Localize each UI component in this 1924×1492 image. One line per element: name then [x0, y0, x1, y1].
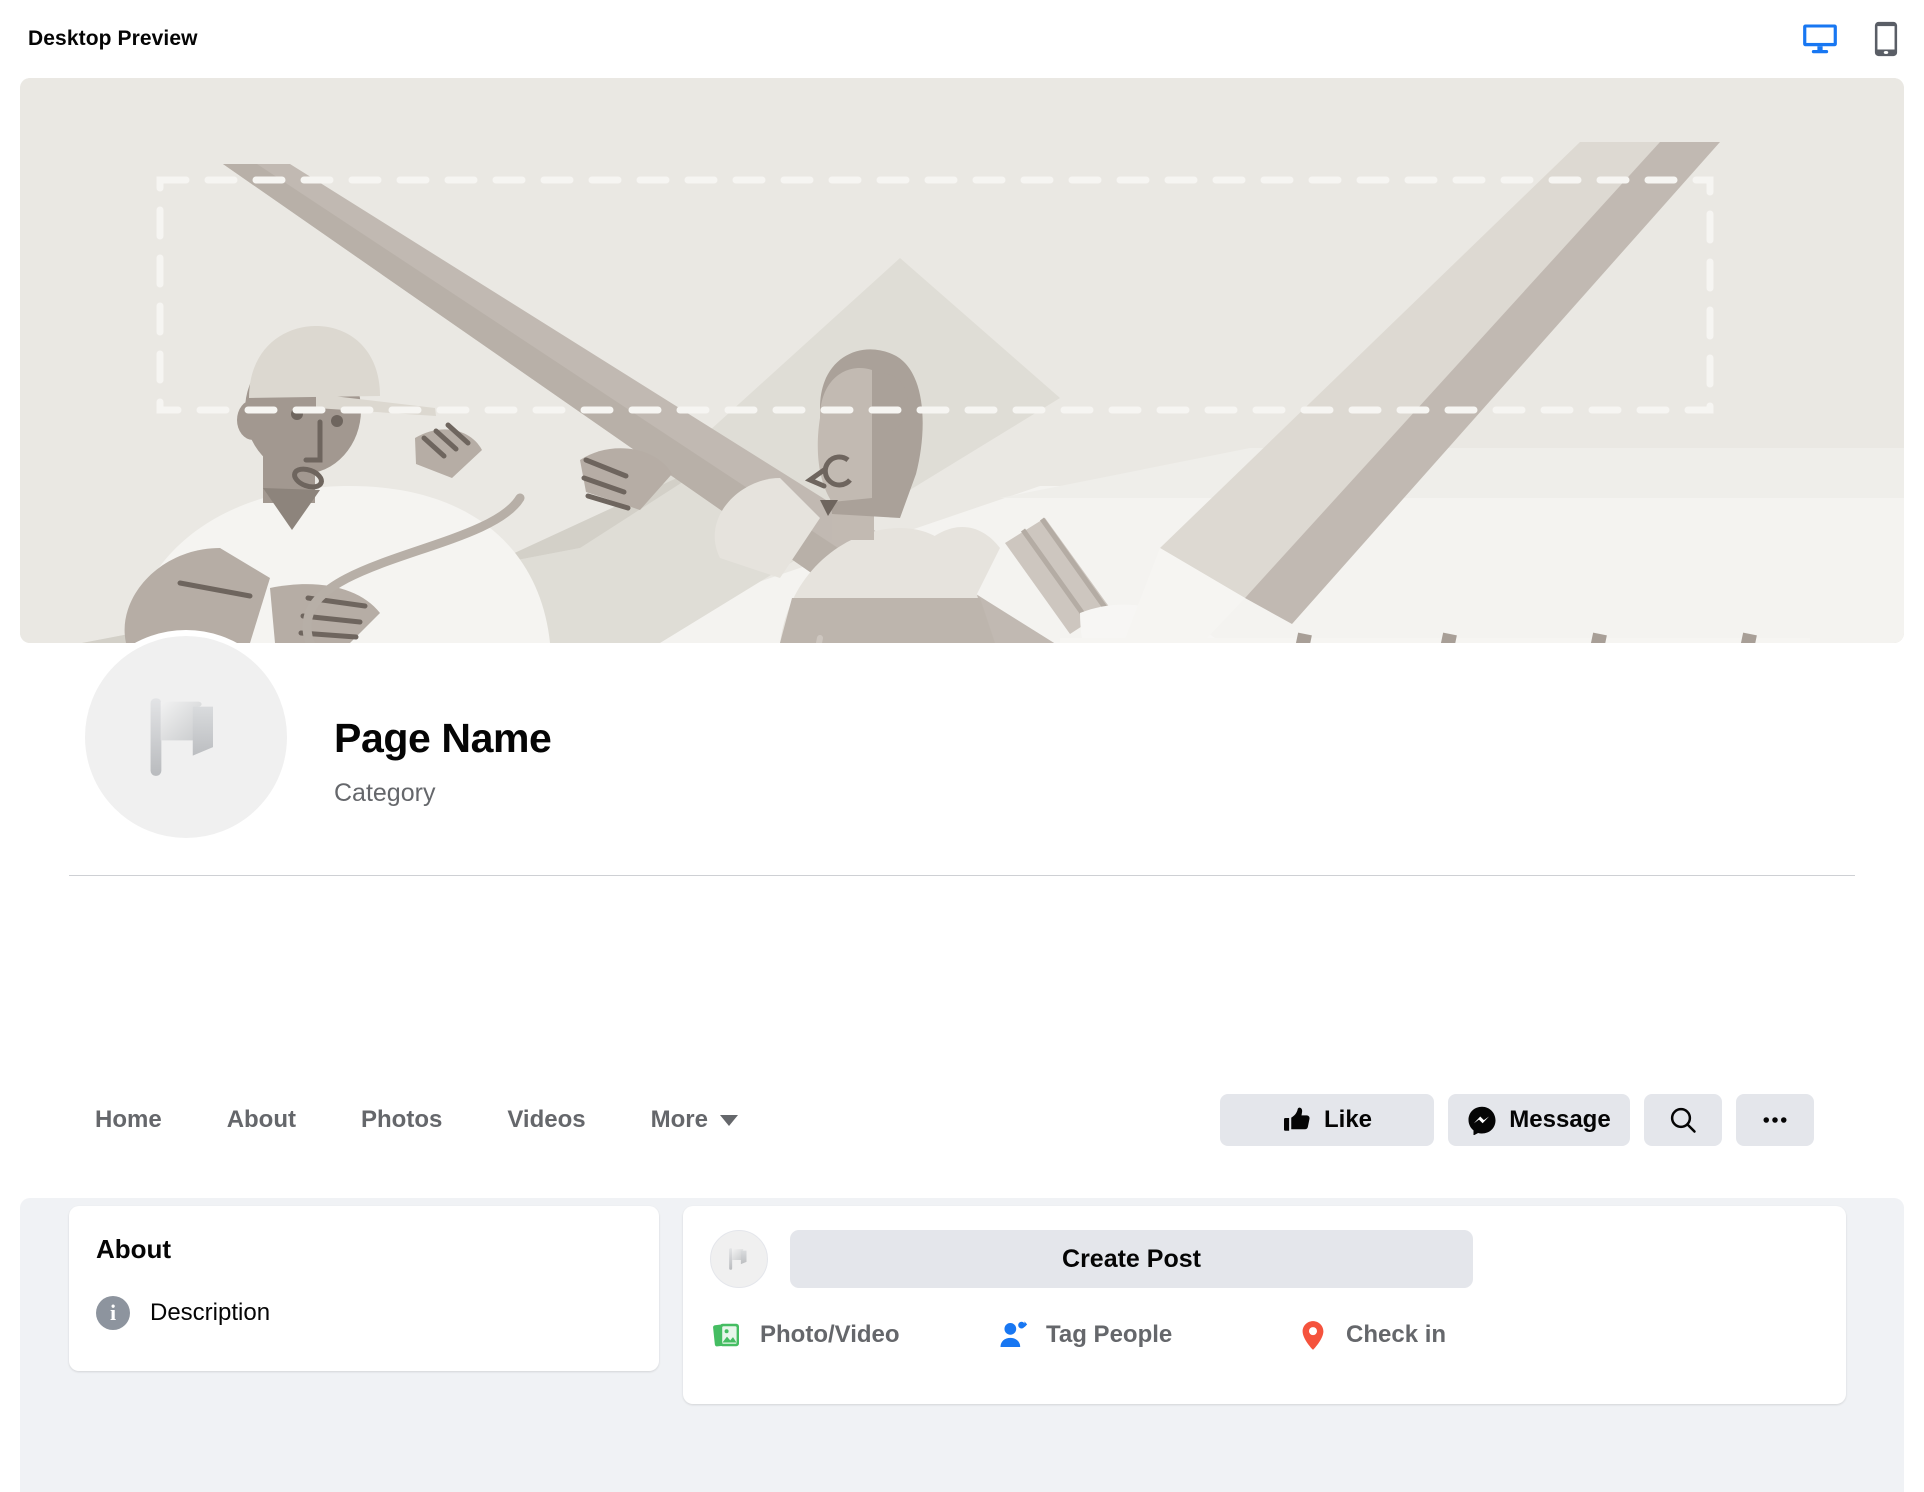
message-button-label: Message [1509, 1106, 1611, 1133]
about-description-row[interactable]: i Description [96, 1296, 270, 1330]
flag-placeholder-icon [729, 1248, 747, 1270]
avatar[interactable] [79, 630, 293, 844]
tab-more[interactable]: More [651, 1096, 738, 1144]
tag-people-icon [996, 1318, 1030, 1352]
tab-photos[interactable]: Photos [361, 1096, 442, 1144]
photo-video-label: Photo/Video [760, 1321, 900, 1348]
tab-about-label: About [226, 1106, 296, 1133]
info-icon-glyph: i [109, 1300, 117, 1325]
tab-more-label: More [650, 1106, 708, 1133]
location-pin-icon [1296, 1318, 1330, 1352]
like-button-label: Like [1323, 1106, 1373, 1133]
preview-topbar: Desktop Preview [0, 0, 1924, 78]
desktop-monitor-icon[interactable] [1802, 23, 1838, 55]
facebook-page-preview: Desktop Preview Page Name Category Home … [0, 0, 1924, 1492]
check-in-button[interactable]: Check in [1296, 1318, 1576, 1352]
post-avatar[interactable] [710, 1230, 768, 1288]
tab-videos[interactable]: Videos [507, 1096, 585, 1144]
create-post-label: Create Post [1062, 1244, 1201, 1273]
profile-divider [69, 875, 1855, 876]
page-title: Desktop Preview [28, 27, 198, 50]
tab-home-label: Home [95, 1106, 162, 1133]
about-description-label: Description [150, 1299, 271, 1326]
tag-people-label: Tag People [1046, 1321, 1173, 1348]
search-button[interactable] [1644, 1094, 1722, 1146]
ellipsis-icon [1763, 1117, 1787, 1123]
flag-placeholder-icon [150, 698, 213, 776]
messenger-icon [1468, 1106, 1496, 1135]
about-card-title: About [96, 1234, 172, 1264]
page-action-buttons: Like Message [1220, 1094, 1814, 1146]
cover-photo-illustration [20, 78, 1904, 643]
about-card: About i Description [69, 1206, 659, 1371]
page-category: Category [334, 779, 436, 807]
page-name: Page Name [334, 715, 552, 761]
create-post-button[interactable]: Create Post [790, 1230, 1473, 1288]
page-nav-row: Home About Photos Videos More Like Messa… [0, 1078, 1924, 1188]
profile-identity: Page Name Category [0, 630, 1924, 1070]
tab-home[interactable]: Home [95, 1096, 162, 1144]
create-post-card: Create Post Photo/Video Tag People Check… [683, 1206, 1846, 1404]
device-toggle-group [1802, 21, 1898, 57]
create-post-row: Create Post [710, 1230, 1473, 1288]
like-button[interactable]: Like [1220, 1094, 1434, 1146]
more-options-button[interactable] [1736, 1094, 1814, 1146]
info-icon: i [96, 1296, 130, 1330]
message-button[interactable]: Message [1448, 1094, 1630, 1146]
search-icon [1670, 1107, 1696, 1133]
tag-people-button[interactable]: Tag People [996, 1318, 1296, 1352]
photo-video-icon [710, 1318, 744, 1352]
chevron-down-icon [719, 1114, 738, 1126]
tab-about[interactable]: About [227, 1096, 296, 1144]
photo-video-button[interactable]: Photo/Video [710, 1318, 996, 1352]
tab-videos-label: Videos [507, 1106, 586, 1133]
tab-photos-label: Photos [361, 1106, 443, 1133]
check-in-label: Check in [1346, 1321, 1447, 1348]
thumbs-up-icon [1283, 1107, 1310, 1131]
page-content-area: About i Description Create Post Photo/Vi… [20, 1198, 1904, 1492]
cover-photo[interactable] [20, 78, 1904, 643]
post-action-row: Photo/Video Tag People Check in [710, 1318, 1820, 1352]
page-nav-tabs: Home About Photos Videos More [95, 1096, 738, 1144]
mobile-phone-icon[interactable] [1874, 21, 1898, 57]
